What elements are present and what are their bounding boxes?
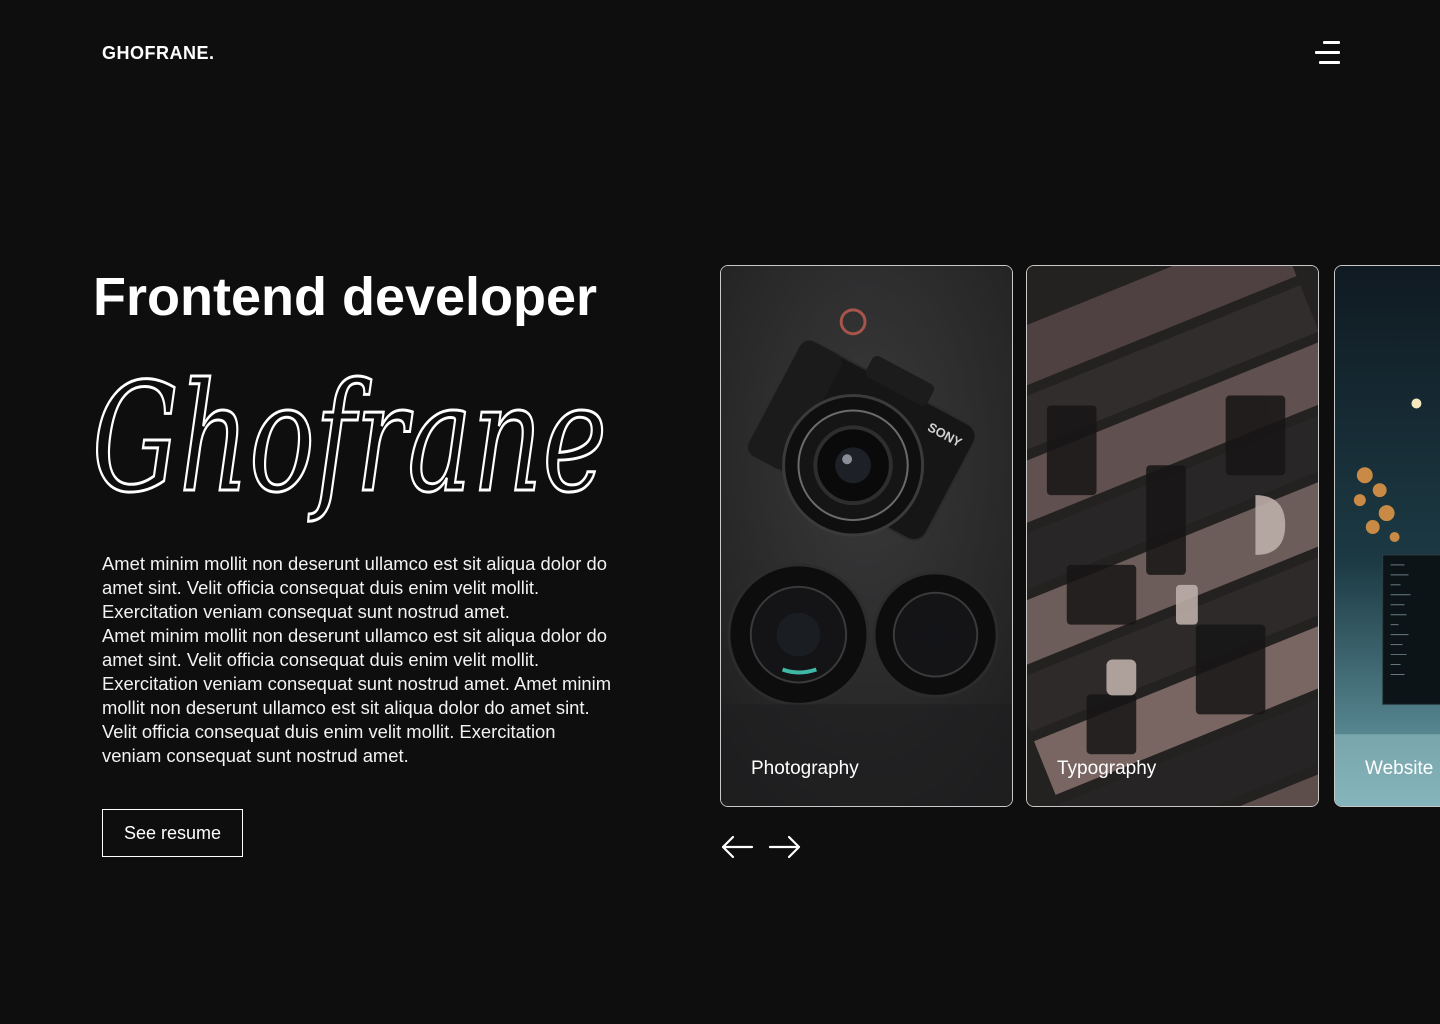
camera-photo: SONY <box>721 266 1012 806</box>
signature-script: Ghofrane <box>92 352 609 528</box>
hamburger-menu-icon[interactable] <box>1315 41 1342 65</box>
card-label-photography: Photography <box>751 758 859 779</box>
bio-paragraph-2: Amet minim mollit non deserunt ullamco e… <box>102 625 612 766</box>
arrow-right-icon[interactable] <box>768 835 802 859</box>
signature-text: Ghofrane <box>92 352 607 526</box>
hero-role-title: Frontend developer <box>93 267 598 327</box>
bio-paragraph-1: Amet minim mollit non deserunt ullamco e… <box>102 553 607 622</box>
card-label-typography: Typography <box>1057 758 1157 779</box>
project-card-typography[interactable]: Typography <box>1026 265 1319 807</box>
office-computer-photo <box>1335 266 1440 806</box>
project-carousel: SONY Photography Typography Website <box>720 265 1440 807</box>
project-card-photography[interactable]: SONY Photography <box>720 265 1013 807</box>
arrow-left-icon[interactable] <box>720 835 754 859</box>
hero-bio: Amet minim mollit non deserunt ullamco e… <box>102 552 614 768</box>
project-card-website[interactable]: Website <box>1334 265 1440 807</box>
see-resume-button[interactable]: See resume <box>102 809 243 857</box>
letterpress-type-photo <box>1027 266 1318 806</box>
card-label-website: Website <box>1365 758 1434 779</box>
site-logo[interactable]: GHOFRANE. <box>102 43 215 64</box>
